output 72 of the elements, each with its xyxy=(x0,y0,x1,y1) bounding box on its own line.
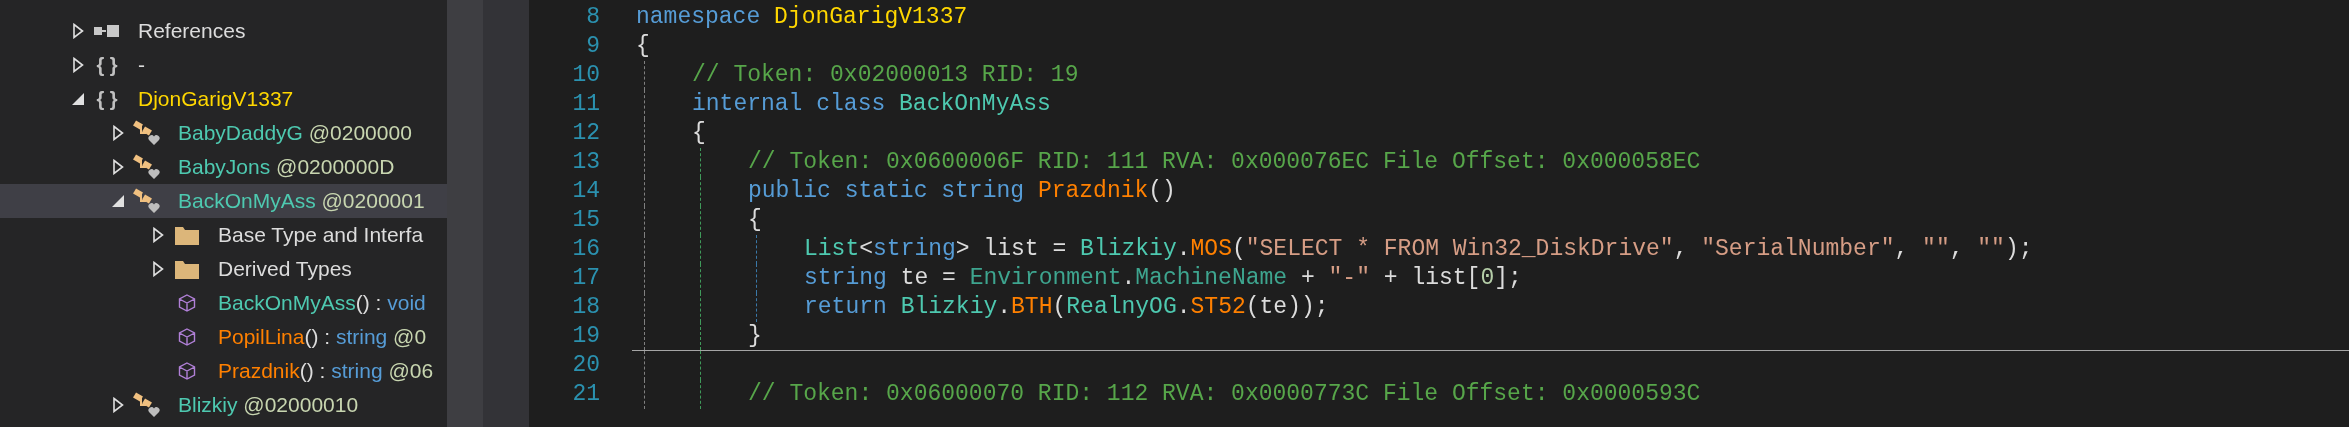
class-icon xyxy=(133,188,161,214)
tree-item[interactable]: References xyxy=(0,14,447,48)
collapsed-arrow-icon[interactable] xyxy=(110,397,126,413)
line-number: 9 xyxy=(585,32,600,62)
namespace-icon: { } xyxy=(96,84,118,114)
tree-item[interactable]: { } - xyxy=(0,48,447,82)
code-line: { xyxy=(632,206,2349,235)
line-number: 19 xyxy=(571,322,600,352)
namespace-icon: { } xyxy=(96,50,118,80)
line-number: 8 xyxy=(585,3,600,33)
tree-item-label: DjonGarigV1337 xyxy=(138,86,294,113)
tree-item-label: Derived Types xyxy=(218,256,352,283)
method-icon xyxy=(178,362,196,380)
code-line: { xyxy=(632,119,2349,148)
tree-item[interactable]: BackOnMyAss() : void xyxy=(0,286,447,320)
code-line: } xyxy=(632,322,2349,351)
tree-item[interactable]: Derived Types xyxy=(0,252,447,286)
code-line: // Token: 0x02000013 RID: 19 xyxy=(632,61,2349,90)
line-number: 15 xyxy=(571,206,600,236)
method-icon xyxy=(178,328,196,346)
tree-item-label: PopilLina() : string @0 xyxy=(218,324,427,351)
code-line: { xyxy=(635,32,651,61)
tree-item[interactable]: BabyJons @0200000D xyxy=(0,150,447,184)
collapsed-arrow-icon[interactable] xyxy=(110,125,126,141)
expanded-arrow-icon[interactable] xyxy=(70,91,86,107)
tree-item[interactable]: Prazdnik() : string @06 xyxy=(0,354,447,388)
line-number: 10 xyxy=(571,61,600,91)
line-number: 21 xyxy=(571,380,600,410)
line-number: 20 xyxy=(571,351,600,381)
code-line: // Token: 0x06000070 RID: 112 RVA: 0x0000773C File Offset: 0x0000593C xyxy=(632,380,2349,409)
tree-item-label: BackOnMyAss() : void xyxy=(218,290,426,317)
tree-item[interactable]: { } DjonGarigV1337 xyxy=(0,82,447,116)
tree-item-label: References xyxy=(138,18,246,45)
tree-item[interactable]: BackOnMyAss @0200001 xyxy=(0,184,447,218)
tree-item-label: BabyJons @0200000D xyxy=(178,154,395,181)
tree-item[interactable]: Base Type and Interfa xyxy=(0,218,447,252)
line-number: 17 xyxy=(571,264,600,294)
folder-icon xyxy=(174,258,200,280)
tree-item[interactable]: Blizkiy @02000010 xyxy=(0,388,447,422)
tree-item-label: Base Type and Interfa xyxy=(218,222,424,249)
references-icon xyxy=(93,24,121,38)
line-number: 13 xyxy=(571,148,600,178)
tree-item-label: Blizkiy @02000010 xyxy=(178,392,359,419)
collapsed-arrow-icon[interactable] xyxy=(110,159,126,175)
folder-icon xyxy=(174,224,200,246)
line-number: 16 xyxy=(571,235,600,265)
tree-item-label: BabyDaddyG @0200000 xyxy=(178,120,412,147)
collapsed-arrow-icon[interactable] xyxy=(70,57,86,73)
method-icon xyxy=(178,294,196,312)
line-number: 14 xyxy=(571,177,600,207)
collapsed-arrow-icon[interactable] xyxy=(150,261,166,277)
class-icon xyxy=(133,154,161,180)
code-line: string te = Environment.MachineName + "-" + list[0]; xyxy=(632,264,2349,293)
tree-item[interactable]: BabyDaddyG @0200000 xyxy=(0,116,447,150)
tree-item[interactable]: PopilLina() : string @0 xyxy=(0,320,447,354)
class-icon xyxy=(133,392,161,418)
code-line: internal class BackOnMyAss xyxy=(632,90,2349,119)
tree-item-label: Prazdnik() : string @06 xyxy=(218,358,434,385)
tree-item-label: BackOnMyAss @0200001 xyxy=(178,188,425,215)
code-line: // Token: 0x0600006F RID: 111 RVA: 0x000076EC File Offset: 0x000058EC xyxy=(632,148,2349,177)
code-line: public static string Prazdnik() xyxy=(632,177,2349,206)
code-line: List<string> list = Blizkiy.MOS("SELECT * FROM Win32_DiskDrive", "SerialNumber", "", ""); xyxy=(632,235,2349,264)
class-icon xyxy=(133,120,161,146)
code-line: return Blizkiy.BTH(RealnyOG.ST52(te)); xyxy=(632,293,2349,322)
collapsed-arrow-icon[interactable] xyxy=(70,23,86,39)
expanded-arrow-icon[interactable] xyxy=(110,193,126,209)
line-number: 12 xyxy=(571,119,600,149)
code-line: namespace DjonGarigV1337 xyxy=(635,3,969,32)
collapsed-arrow-icon[interactable] xyxy=(150,227,166,243)
tree-item-label: - xyxy=(138,52,145,79)
line-number: 18 xyxy=(571,293,600,323)
line-number: 11 xyxy=(571,90,600,120)
